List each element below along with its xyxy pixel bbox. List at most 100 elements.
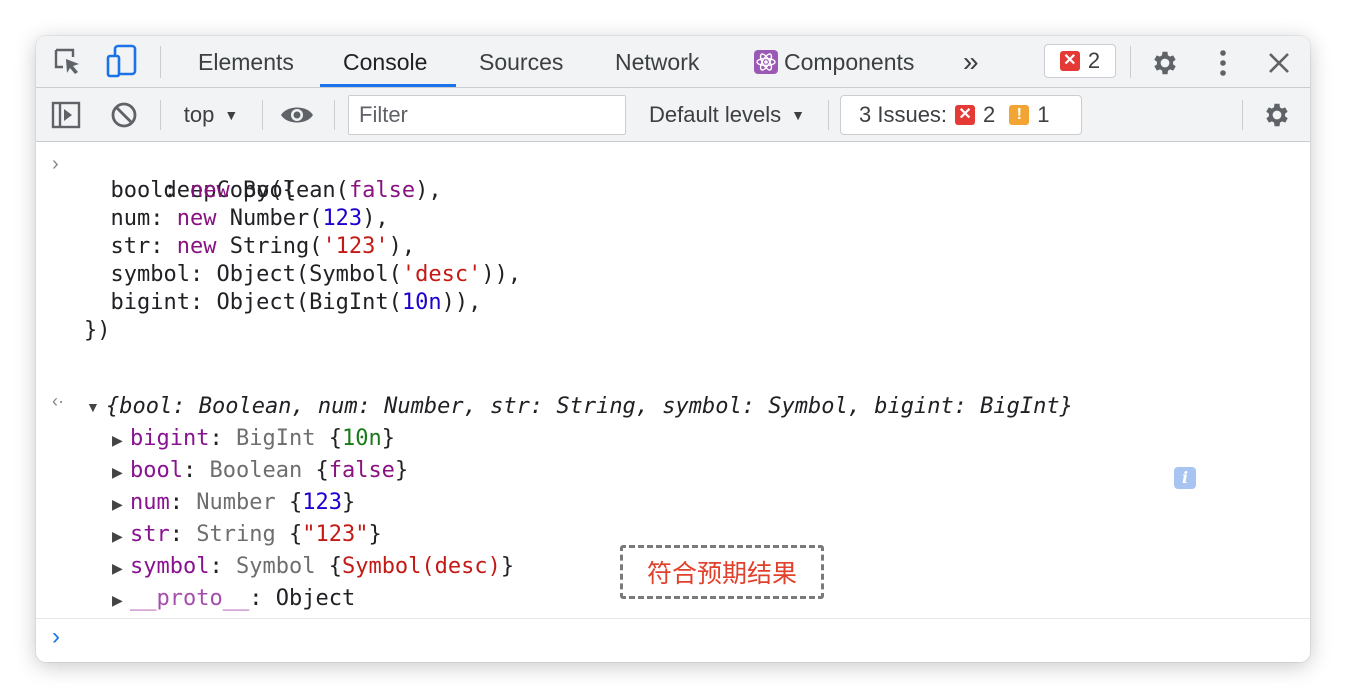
collapse-triangle-icon[interactable]: ▶	[112, 560, 123, 577]
chevron-down-icon: ▼	[224, 107, 239, 123]
code-value: false	[348, 178, 416, 203]
close-icon[interactable]	[1262, 46, 1296, 80]
collapse-triangle-icon[interactable]: ▶	[112, 592, 123, 609]
code-call: String(	[216, 234, 323, 259]
result-property[interactable]: bigint: BigInt {10n}	[130, 425, 395, 453]
inspect-element-icon[interactable]	[52, 46, 84, 78]
warning-icon: !	[1009, 105, 1030, 125]
expand-triangle-icon[interactable]: ▼	[86, 399, 100, 415]
settings-icon[interactable]	[1148, 46, 1182, 80]
tab-components-label: Components	[784, 48, 915, 75]
filter-input[interactable]	[348, 95, 626, 135]
result-arrow-icon: ‹·	[52, 391, 64, 411]
issues-warning-count: 1	[1037, 102, 1050, 127]
code-line: bool: new Boolean(false),	[84, 177, 441, 205]
prop-colon: :	[182, 458, 210, 483]
prop-colon: :	[169, 490, 197, 515]
toolbar-separator	[160, 100, 161, 130]
tabbar-separator	[1130, 46, 1131, 78]
code-value: 123	[322, 206, 363, 231]
prop-brace: }	[381, 426, 395, 451]
device-toolbar-icon[interactable]	[106, 44, 138, 80]
toolbar-separator	[334, 100, 335, 130]
error-icon: ✕	[955, 105, 976, 125]
collapse-triangle-icon[interactable]: ▶	[112, 496, 123, 513]
prop-value: "123"	[302, 522, 369, 547]
prop-brace: }	[500, 554, 515, 579]
prop-brace: }	[394, 458, 409, 483]
prop-colon: :	[169, 522, 197, 547]
tab-console[interactable]: Console	[321, 36, 449, 88]
prop-brace: }	[368, 522, 382, 547]
tab-sources[interactable]: Sources	[457, 36, 585, 88]
prop-key: bigint	[130, 426, 210, 451]
console-toolbar: top ▼ Default levels ▼ 3 Issues: ✕ 2 ! 1	[36, 88, 1310, 142]
prop-value: false	[328, 458, 395, 483]
issues-button[interactable]: 3 Issues: ✕ 2 ! 1	[840, 95, 1082, 135]
result-summary[interactable]: {bool: Boolean, num: Number, str: String…	[106, 393, 1073, 421]
code-key: bool:	[84, 178, 190, 203]
code-call: Boolean(	[229, 178, 349, 203]
prop-key: num	[130, 490, 170, 515]
clear-console-icon[interactable]	[108, 99, 140, 131]
chevron-down-icon: ▼	[791, 107, 805, 123]
prop-colon: :	[209, 554, 236, 579]
toolbar-separator	[262, 100, 263, 130]
collapse-triangle-icon[interactable]: ▶	[112, 464, 123, 481]
prop-type: Object	[275, 586, 356, 611]
tab-network[interactable]: Network	[593, 36, 721, 88]
prop-brace: {	[328, 426, 342, 451]
result-property[interactable]: str: String {"123"}	[130, 521, 382, 549]
collapse-triangle-icon[interactable]: ▶	[112, 432, 123, 449]
sidebar-toggle-icon[interactable]	[50, 99, 82, 131]
toolbar-separator	[828, 100, 829, 130]
log-levels-dropdown[interactable]: Default levels ▼	[640, 95, 814, 135]
code-keyword: new	[176, 234, 217, 259]
code-key: str:	[84, 234, 177, 259]
issues-error-count: 2	[983, 102, 996, 127]
devtools-tabbar: Elements Console Sources Network Compone…	[36, 36, 1310, 88]
code-value: '123'	[322, 234, 389, 259]
code-key: num:	[84, 206, 177, 231]
result-property[interactable]: num: Number {123}	[130, 489, 355, 517]
prop-brace: }	[341, 490, 356, 515]
prop-key: str	[130, 522, 170, 547]
result-property[interactable]: symbol: Symbol {Symbol(desc)}	[130, 553, 514, 581]
tab-elements[interactable]: Elements	[176, 36, 316, 88]
more-tabs-button[interactable]: »	[941, 36, 1001, 88]
error-count: 2	[1087, 48, 1101, 73]
prop-brace: {	[315, 458, 329, 483]
collapse-triangle-icon[interactable]: ▶	[112, 528, 123, 545]
prop-value: Symbol(desc)	[341, 554, 501, 579]
prop-key: __proto__	[130, 586, 250, 611]
result-property[interactable]: bool: Boolean {false}	[130, 457, 408, 485]
code-text: })	[84, 318, 111, 343]
console-settings-icon[interactable]	[1260, 98, 1294, 132]
prop-type: Boolean	[209, 458, 316, 483]
prop-key: bool	[130, 458, 183, 483]
code-punct: ),	[362, 206, 389, 231]
code-line: symbol: Object(Symbol('desc')),	[84, 261, 521, 289]
log-levels-label: Default levels	[649, 102, 782, 127]
prop-value: 10n	[341, 426, 382, 451]
annotation-callout: 符合预期结果	[620, 545, 824, 599]
prop-brace: {	[288, 522, 303, 547]
input-prompt-icon: ›	[52, 153, 59, 175]
prop-brace: {	[288, 490, 303, 515]
result-property[interactable]: __proto__: Object	[130, 585, 355, 613]
info-icon[interactable]: i	[1174, 467, 1196, 489]
error-count-badge[interactable]: ✕ 2	[1044, 44, 1116, 78]
code-value: 10n	[401, 290, 442, 315]
tab-components[interactable]: Components	[732, 36, 936, 88]
context-selector[interactable]: top ▼	[174, 95, 248, 135]
prop-colon: :	[209, 426, 236, 451]
code-keyword: new	[176, 206, 217, 231]
console-prompt-icon[interactable]: ›	[52, 623, 60, 651]
eye-icon[interactable]	[278, 99, 316, 131]
code-line: deepCopy({	[84, 149, 295, 203]
prop-brace: {	[328, 554, 342, 579]
code-line: num: new Number(123),	[84, 205, 389, 233]
kebab-menu-icon[interactable]	[1206, 46, 1240, 80]
context-label: top	[183, 102, 215, 127]
prop-type: BigInt	[235, 426, 329, 451]
